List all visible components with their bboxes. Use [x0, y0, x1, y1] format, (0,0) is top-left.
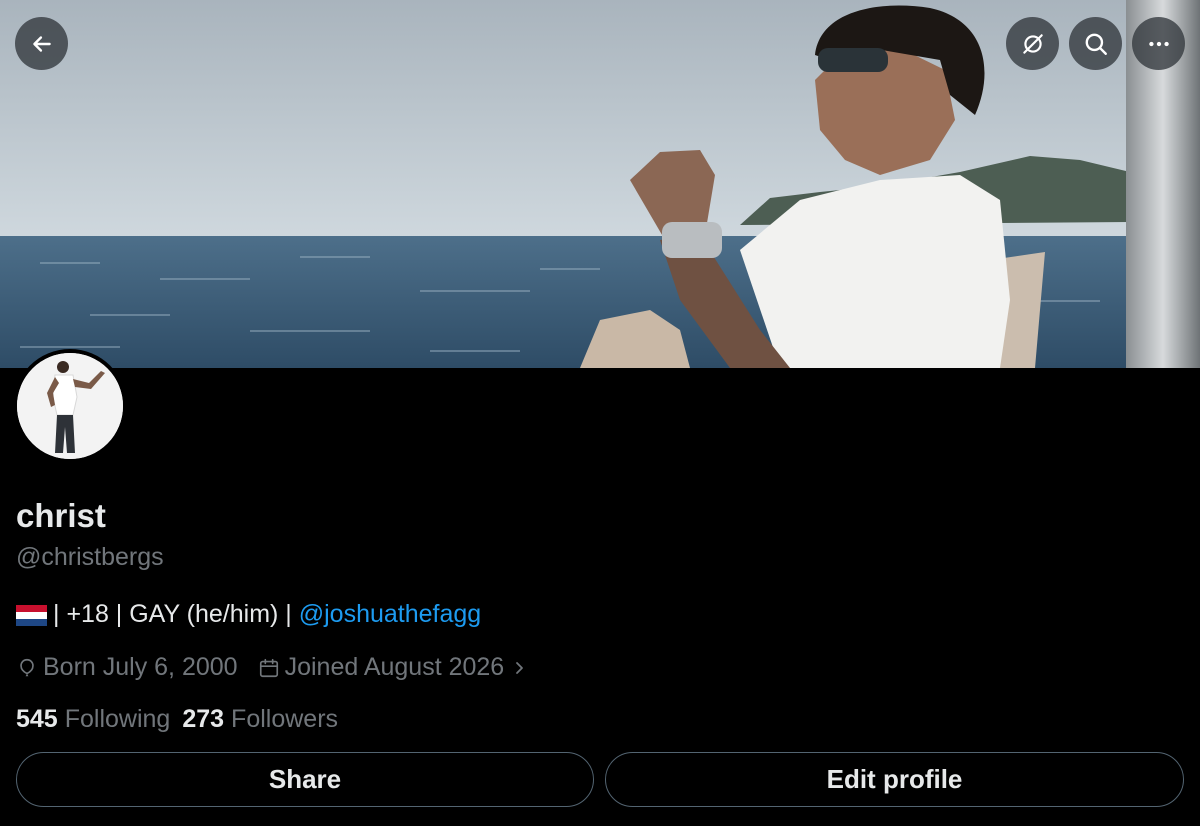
display-name: christ	[16, 497, 106, 534]
profile-meta: Born July 6, 2000 Joined August 2026	[16, 653, 533, 682]
followers-label: Followers	[231, 705, 339, 733]
followers-link[interactable]: 273 Followers	[182, 705, 350, 734]
arrow-left-icon	[32, 35, 51, 52]
chevron-right-icon	[516, 661, 524, 674]
balloon-icon	[20, 658, 34, 676]
cancel-sync-button[interactable]	[1006, 17, 1059, 70]
birthdate: Born July 6, 2000	[16, 653, 238, 682]
followers-count: 273	[182, 705, 225, 733]
search-button[interactable]	[1069, 17, 1122, 70]
join-date-text: Joined August 2026	[284, 653, 505, 681]
netherlands-flag-icon	[16, 605, 47, 626]
back-button[interactable]	[15, 17, 68, 70]
following-link[interactable]: 545 Following	[16, 705, 182, 734]
more-icon	[1148, 41, 1169, 46]
avatar-image	[17, 353, 123, 459]
avatar[interactable]	[13, 349, 127, 463]
bio: | +18 | GAY (he/him) | @joshuathefagg	[16, 600, 481, 629]
more-button[interactable]	[1132, 17, 1185, 70]
search-icon	[1085, 33, 1107, 55]
birthdate-text: Born July 6, 2000	[43, 653, 238, 681]
user-handle: @christbergs	[16, 543, 164, 571]
cancel-sync-icon	[1022, 33, 1043, 54]
edit-profile-button[interactable]: Edit profile	[605, 752, 1184, 807]
bio-mention-link[interactable]: @joshuathefagg	[299, 600, 481, 629]
follow-stats: 545 Following 273 Followers	[16, 705, 350, 734]
calendar-icon	[259, 658, 278, 677]
bio-text: | +18 | GAY (he/him) |	[53, 600, 292, 628]
following-label: Following	[64, 705, 171, 733]
following-count: 545	[16, 705, 58, 733]
join-date[interactable]: Joined August 2026	[258, 653, 534, 682]
share-button[interactable]: Share	[16, 752, 594, 807]
